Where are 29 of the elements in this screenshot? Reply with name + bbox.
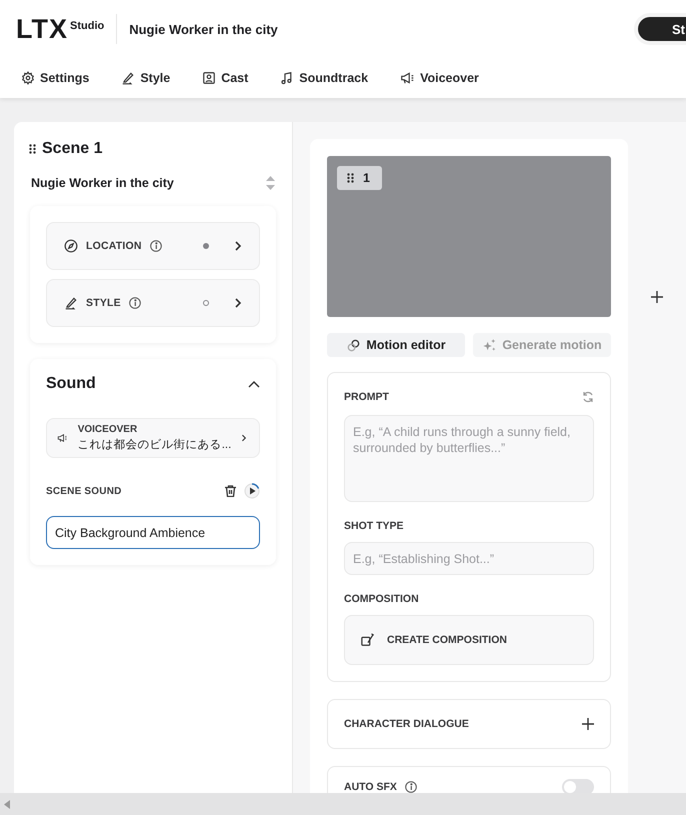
voiceover-row[interactable]: VOICEOVER これは都会のビル街にある... — [46, 418, 260, 458]
attribute-row[interactable]: STYLE — [46, 279, 260, 327]
section-label: AUTO SFX — [344, 781, 397, 793]
voiceover-label: VOICEOVER — [78, 424, 138, 435]
toolbar-tab[interactable]: Settings — [21, 71, 90, 85]
toolbar-tab[interactable]: Style — [121, 71, 170, 85]
scene-name: Nugie Worker in the city — [31, 176, 174, 190]
field-label: SHOT TYPE — [344, 520, 405, 532]
shot-badge[interactable]: 1 — [337, 166, 382, 190]
attribute-label: STYLE — [86, 297, 121, 309]
action-button[interactable]: St — [638, 17, 686, 41]
prompt-field[interactable]: E.g, “A child runs through a sunny field, surrounded by butterflies...” — [344, 415, 594, 502]
toolbar-tab[interactable]: Cast — [202, 71, 248, 85]
project-title: Nugie Worker in the city — [129, 22, 278, 36]
voiceover-text: これは都会のビル街にある... — [78, 438, 232, 452]
attribute-row[interactable]: LOCATION — [46, 222, 260, 270]
scene-sound-label: SCENE SOUND — [46, 486, 123, 496]
scene-sound-field[interactable]: City Background Ambience — [46, 516, 260, 549]
scene-title: Scene 1 — [42, 140, 102, 158]
toolbar-tab[interactable]: Soundtrack — [280, 71, 368, 85]
attribute-label: LOCATION — [86, 240, 142, 252]
toolbar-tab[interactable]: Voiceover — [400, 71, 479, 85]
section-title: Sound — [46, 375, 96, 393]
shot-type-field[interactable]: E.g, “Establishing Shot...” — [344, 542, 594, 575]
action-button[interactable]: Motion editor — [327, 333, 465, 357]
field-label: COMPOSITION — [344, 593, 420, 605]
field-label: PROMPT — [344, 391, 389, 403]
section-label: CHARACTER DIALOGUE — [344, 718, 469, 730]
create-composition-button[interactable]: CREATE COMPOSITION — [344, 615, 594, 665]
